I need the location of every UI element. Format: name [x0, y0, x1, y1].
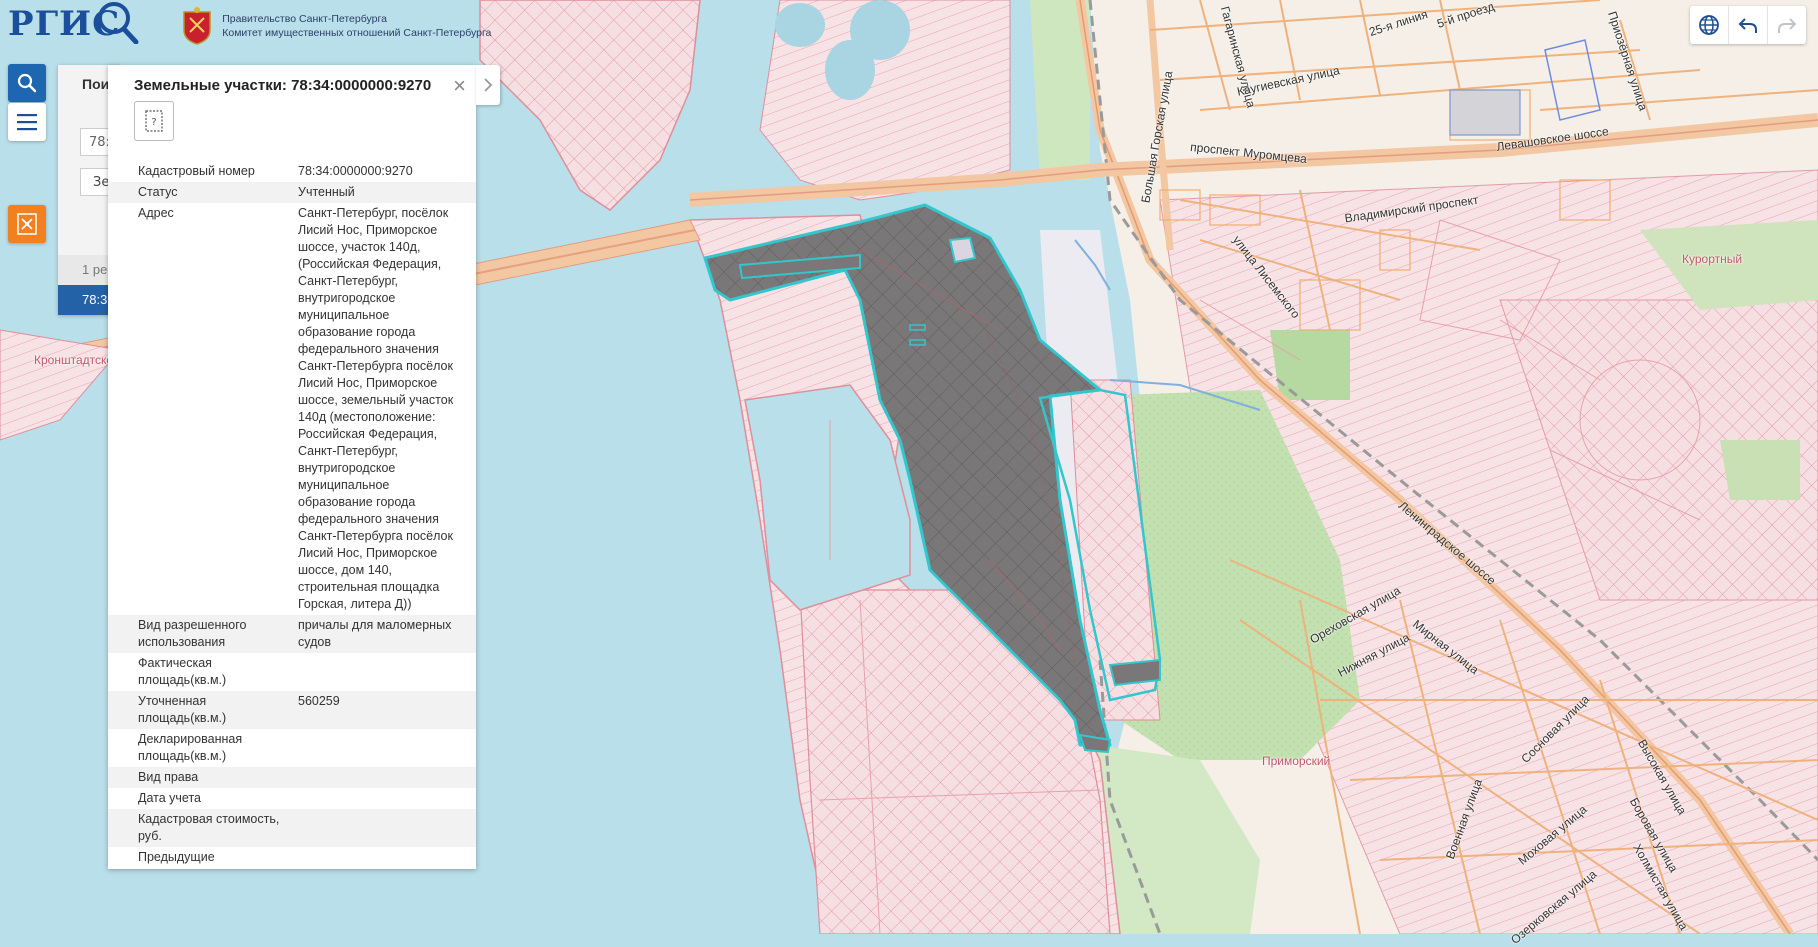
attribute-row: Кадастровый номер 78:34:0000000:9270: [108, 161, 476, 182]
map-toolbar: [1690, 6, 1806, 44]
attribute-row: Уточненная площадь(кв.м.) 560259: [108, 691, 476, 729]
attribute-row: Вид права: [108, 767, 476, 788]
attribute-value: 78:34:0000000:9270: [298, 164, 413, 178]
attribute-row: Кадастровая стоимость, руб.: [108, 809, 476, 847]
attribute-value: Санкт-Петербург, посёлок Лисий Нос, Прим…: [298, 206, 454, 611]
menu-icon: [17, 114, 37, 131]
redo-icon: [1778, 18, 1797, 33]
attribute-row: Статус Учтенный: [108, 182, 476, 203]
attribute-value: [292, 767, 476, 788]
header: РГИС Правительство Санкт-Петербурга Коми…: [0, 0, 520, 52]
attribute-row: Фактическая площадь(кв.м.): [108, 653, 476, 691]
attribute-row: Адрес Санкт-Петербург, посёлок Лисий Нос,…: [108, 203, 476, 615]
attribute-value: [292, 729, 476, 767]
spb-layer-button[interactable]: [8, 205, 46, 243]
attribute-value: причалы для маломерных судов: [298, 618, 452, 649]
attribute-value: Учтенный: [298, 185, 355, 199]
government-caption: Правительство Санкт-Петербурга Комитет и…: [222, 13, 492, 39]
globe-icon: [1699, 15, 1719, 35]
expand-panel-button[interactable]: [476, 65, 500, 105]
search-panel-title: Пои: [82, 76, 110, 92]
attribute-label: Статус: [138, 185, 178, 199]
attribute-row: Вид разрешенного использования причалы дл…: [108, 615, 476, 653]
parcel-info-title: Земельные участки: 78:34:0000000:9270: [134, 77, 432, 94]
language-button[interactable]: [1690, 6, 1729, 44]
attribute-value: [292, 847, 476, 869]
attribute-label: Вид права: [138, 770, 199, 784]
map-label-road: Кронштадтское: [34, 353, 120, 367]
attribute-row: Дата учета: [108, 788, 476, 809]
chevron-right-icon: [484, 78, 493, 92]
magnifier-logo-icon: [98, 2, 139, 44]
attribute-label: Дата учета: [138, 791, 201, 805]
undo-icon: [1738, 18, 1757, 33]
parcel-info-panel: Земельные участки: 78:34:0000000:9270 × …: [108, 65, 476, 869]
search-icon: [17, 73, 37, 93]
attribute-label: Вид разрешенного использования: [138, 618, 247, 649]
spb-coat-of-arms-icon: [183, 7, 211, 45]
map-label-district: Приморский: [1262, 754, 1331, 768]
attribute-label: Декларированная площадь(кв.м.): [138, 732, 243, 763]
document-icon: ?: [145, 110, 163, 132]
attribute-label: Фактическая площадь(кв.м.): [138, 656, 227, 687]
attribute-label: Уточненная площадь(кв.м.): [138, 694, 227, 725]
attribute-row: Декларированная площадь(кв.м.): [108, 729, 476, 767]
close-icon[interactable]: ×: [453, 73, 466, 99]
menu-button[interactable]: [8, 103, 46, 141]
attribute-label: Адрес: [138, 206, 174, 220]
redo-button[interactable]: [1768, 6, 1806, 44]
map-label-district: Курортный: [1682, 252, 1743, 266]
search-button[interactable]: [8, 64, 46, 102]
attribute-value: 560259: [298, 694, 340, 708]
attribute-value: [292, 809, 476, 847]
svg-text:?: ?: [151, 117, 156, 128]
undo-button[interactable]: [1729, 6, 1768, 44]
attribute-value: [292, 788, 476, 809]
attribute-label: Предыдущие кадастровые номера: [138, 850, 260, 869]
document-button[interactable]: ?: [134, 101, 174, 141]
attribute-row: Предыдущие кадастровые номера: [108, 847, 476, 869]
spb-emblem-icon: [17, 213, 37, 235]
rgis-logo[interactable]: РГИС: [8, 2, 139, 44]
parcel-attributes-table: Кадастровый номер 78:34:0000000:9270 Стату…: [108, 161, 476, 869]
attribute-value: [292, 653, 476, 691]
attribute-label: Кадастровый номер: [138, 164, 255, 178]
attribute-label: Кадастровая стоимость, руб.: [138, 812, 280, 843]
